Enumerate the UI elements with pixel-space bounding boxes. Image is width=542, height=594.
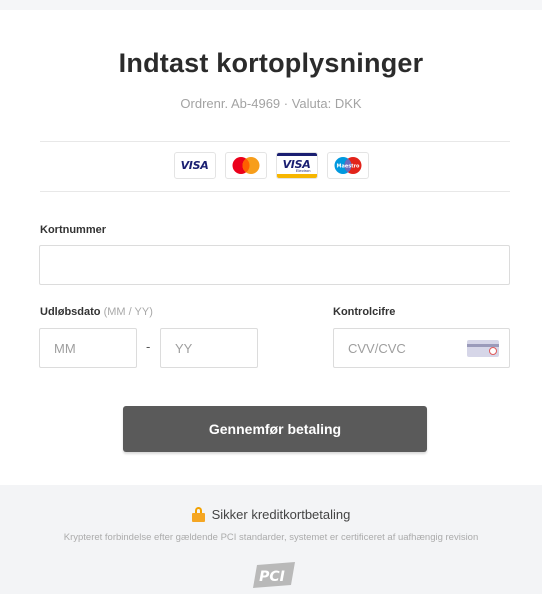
secure-description: Krypteret forbindelse efter gældende PCI… — [63, 532, 479, 543]
submit-payment-button[interactable]: Gennemfør betaling — [123, 406, 427, 452]
bottom-divider — [40, 191, 510, 192]
expiry-separator: - — [146, 339, 151, 354]
secure-payment-row: Sikker kreditkortbetaling — [0, 507, 542, 522]
expiry-year-input[interactable] — [160, 328, 258, 368]
top-strip — [0, 0, 542, 10]
pci-logo: PCI — [253, 562, 295, 588]
footer: Sikker kreditkortbetaling Krypteret forb… — [0, 485, 542, 594]
expiry-month-input[interactable] — [39, 328, 137, 368]
svg-text:PCI: PCI — [259, 569, 285, 585]
card-number-label: Kortnummer — [40, 224, 107, 236]
card-number-input[interactable] — [39, 245, 510, 285]
order-info: Ordrenr. Ab-4969 · Valuta: DKK — [180, 96, 362, 111]
expiry-label: Udløbsdato (MM / YY) — [40, 306, 153, 318]
expiry-label-text: Udløbsdato — [40, 306, 101, 318]
svg-text:Maestro: Maestro — [336, 164, 360, 170]
top-divider — [40, 141, 510, 142]
card-brands: VISA VISA Electron Maestro — [0, 152, 542, 179]
cvv-card-icon — [467, 340, 499, 357]
visa-electron-icon: VISA Electron — [275, 152, 318, 179]
expiry-hint: (MM / YY) — [103, 306, 153, 318]
mastercard-icon — [224, 152, 267, 179]
page-title: Indtast kortoplysninger — [118, 48, 424, 78]
lock-icon — [191, 507, 205, 522]
cvv-label: Kontrolcifre — [333, 306, 396, 318]
maestro-icon: Maestro — [326, 152, 369, 179]
visa-icon: VISA — [173, 152, 216, 179]
secure-label: Sikker kreditkortbetaling — [211, 507, 351, 522]
